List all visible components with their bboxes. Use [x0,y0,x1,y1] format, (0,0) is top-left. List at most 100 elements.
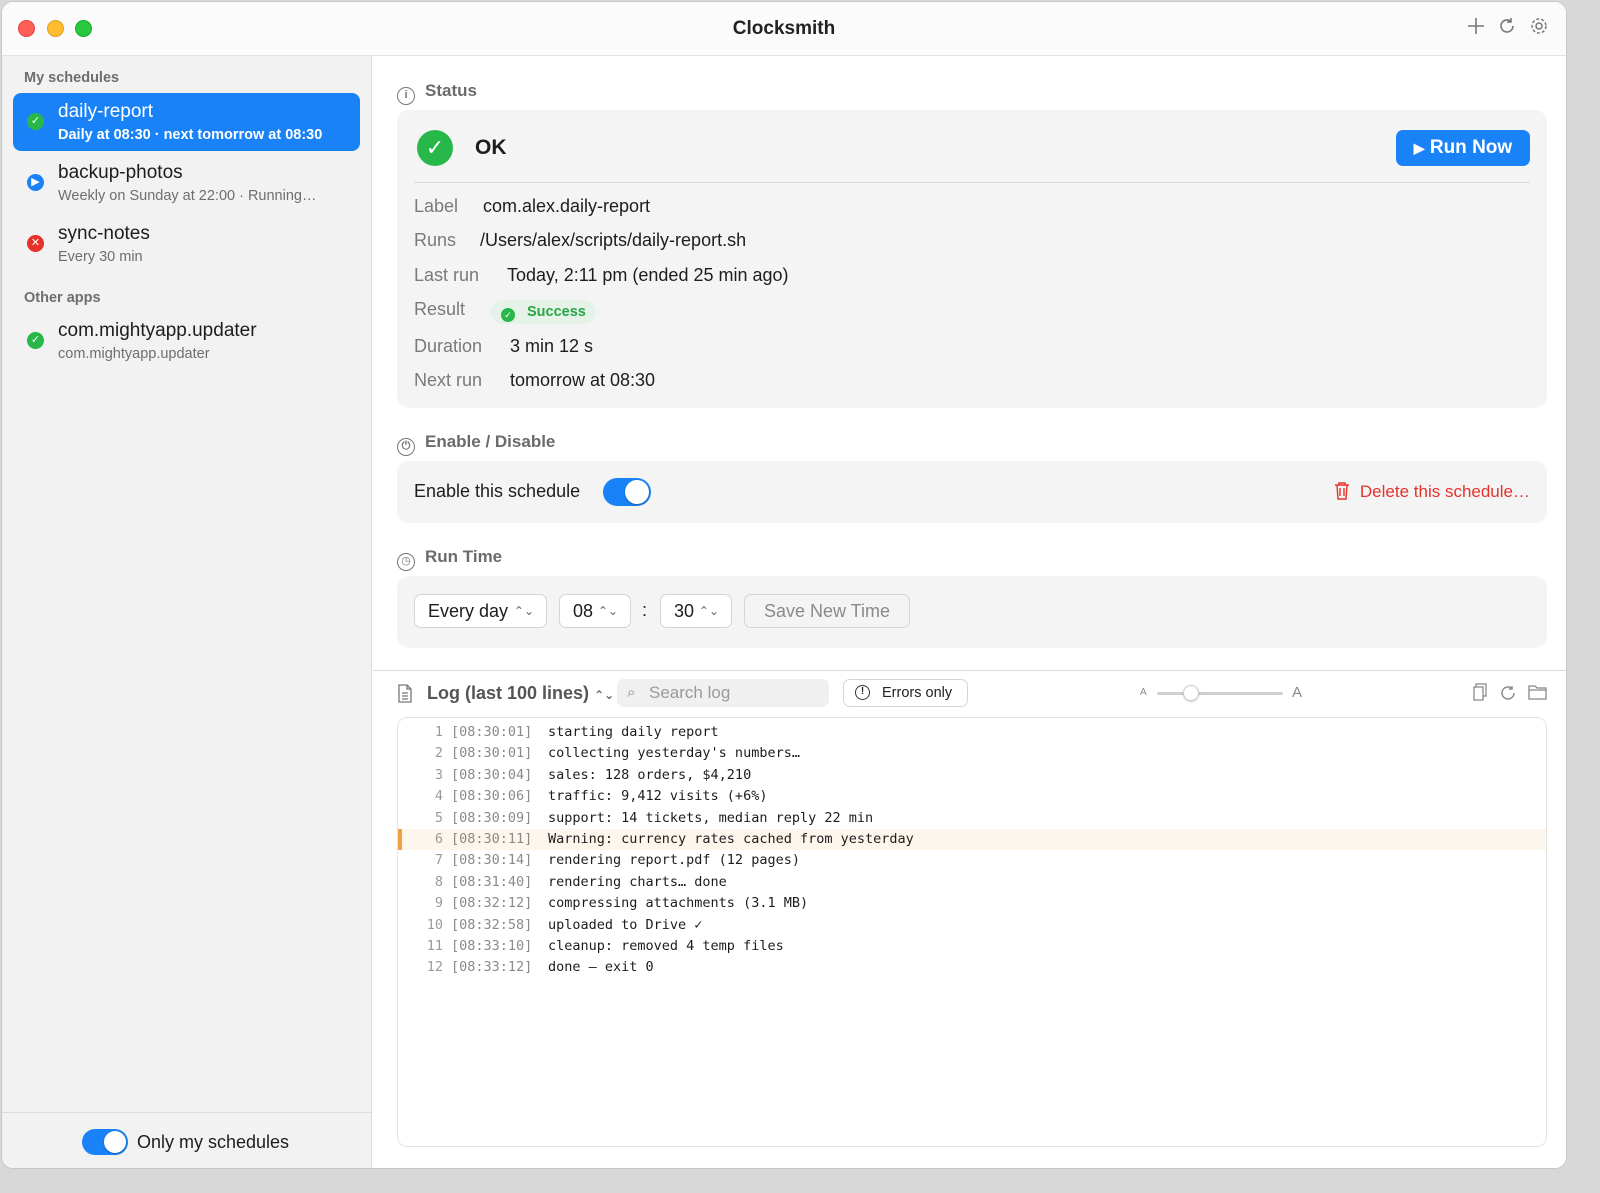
frequency-select[interactable]: Every day ⌃⌄ [414,594,547,628]
sidebar-item-daily-report[interactable]: ✓ daily-report Daily at 08:30 · next tom… [13,93,360,151]
line-number: 1 [434,724,443,740]
enable-disable-heading: ⏻ Enable / Disable [397,432,555,456]
line-number: 3 [434,766,443,783]
label-value: com.alex.daily-report [483,196,651,216]
line-number: 8 [434,873,443,890]
copy-icon[interactable] [1472,683,1488,707]
log-timestamp: [08:30:04] [451,766,533,783]
log-message: done — exit 0 [548,959,654,976]
schedule-subtitle: Daily at 08:30 · next tomorrow at 08:30 [58,127,323,143]
log-timestamp: [08:30:09] [451,809,533,826]
line-number: 2 [434,745,443,762]
search-icon: ⌕ [627,684,636,701]
log-line: 12 [08:33:12] done — exit 0 [398,957,1546,978]
chevron-up-down-icon: ⌃⌄ [698,604,719,618]
schedule-subtitle: com.mightyapp.updater [58,346,210,362]
log-timestamp: [08:32:58] [451,916,533,933]
plus-icon[interactable] [1464,16,1488,40]
info-icon: i [397,87,415,105]
font-size-slider[interactable] [1157,685,1283,701]
schedule-name: backup-photos [58,162,183,183]
folder-icon[interactable] [1528,684,1547,705]
log-timestamp: [08:30:01] [451,724,533,740]
sidebar-section-my-schedules: My schedules [24,70,120,86]
log-output[interactable]: 1 [08:30:01] starting daily report 2 [08:30:… [397,717,1547,1147]
last-run-value: Today, 2:11 pm (ended 25 min ago) [507,265,789,285]
font-size-large-label: A [1292,684,1303,701]
log-line: 10 [08:32:58] uploaded to Drive ✓ [398,915,1546,936]
duration-key: Duration [414,336,483,356]
delete-schedule-button[interactable]: Delete this schedule… [1334,481,1530,505]
log-timestamp: [08:32:12] [451,895,533,912]
log-section: Log (last 100 lines) ⌃⌄ ⌕ Search log ! E… [373,670,1566,1168]
only-my-schedules-label: Only my schedules [137,1132,290,1152]
enable-schedule-toggle[interactable] [603,478,651,506]
gear-icon[interactable] [1527,16,1551,40]
title-bar: Clocksmith [2,2,1566,56]
log-search-input[interactable]: ⌕ Search log [617,679,829,707]
log-message: starting daily report [548,724,719,740]
success-status-icon: ✓ [27,113,44,130]
log-line: 5 [08:30:09] support: 14 tickets, median r… [398,808,1546,829]
next-run-key: Next run [414,370,483,390]
next-run-value: tomorrow at 08:30 [510,370,656,390]
hour-select[interactable]: 08 ⌃⌄ [559,594,631,628]
last-run-key: Last run [414,265,480,285]
sidebar-item-backup-photos[interactable]: ▶ backup-photos Weekly on Sunday at 22:0… [13,154,360,212]
log-line: 11 [08:33:10] cleanup: removed 4 temp file… [398,936,1546,957]
schedule-subtitle: Every 30 min [58,249,143,265]
line-number: 4 [434,788,443,805]
schedule-subtitle: Weekly on Sunday at 22:00 · Running… [58,188,317,204]
run-now-button[interactable]: ▶ Run Now [1396,130,1530,166]
log-timestamp: [08:30:11] [451,831,533,847]
status-state: OK [475,136,507,159]
log-line: 8 [08:31:40] rendering charts… done [398,872,1546,893]
warning-icon: ! [855,685,870,700]
log-timestamp: [08:33:10] [451,938,533,954]
slider-thumb[interactable] [1183,685,1200,701]
log-title-select[interactable]: Log (last 100 lines) ⌃⌄ [427,683,614,704]
power-icon: ⏻ [397,438,415,456]
only-my-schedules-toggle[interactable] [82,1129,128,1155]
sidebar-item-sync-notes[interactable]: ✕ sync-notes Every 30 min [13,215,360,273]
errors-only-toggle[interactable]: ! Errors only [843,679,968,707]
line-number: 7 [434,852,443,869]
log-message: rendering report.pdf (12 pages) [548,852,800,869]
log-timestamp: [08:31:40] [451,873,533,890]
divider [414,182,1530,183]
log-message: collecting yesterday's numbers… [548,745,800,762]
line-number: 11 [426,938,443,954]
line-number: 12 [426,959,443,976]
log-line: 1 [08:30:01] starting daily report [398,722,1546,743]
line-number: 10 [426,916,443,933]
duration-value: 3 min 12 s [510,336,594,356]
schedule-name: sync-notes [58,223,150,244]
log-message: cleanup: removed 4 temp files [548,938,784,954]
chevron-up-down-icon: ⌃⌄ [513,604,534,618]
refresh-icon[interactable] [1500,683,1517,707]
minute-select[interactable]: 30 ⌃⌄ [660,594,732,628]
schedule-name: com.mightyapp.updater [58,320,257,341]
result-key: Result [414,299,466,319]
refresh-icon[interactable] [1495,16,1519,40]
log-message: sales: 128 orders, $4,210 [548,766,752,783]
runs-key: Runs [414,230,457,250]
sidebar-item-mightyapp-updater[interactable]: ✓ com.mightyapp.updater com.mightyapp.up… [13,312,360,370]
success-status-icon: ✓ [27,332,44,349]
font-size-small-label: A [1140,687,1147,698]
sidebar: My schedules ✓ daily-report Daily at 08:… [2,56,372,1168]
log-line-warning: 6 [08:30:11] Warning: currency rates cache… [398,829,1546,850]
log-message: uploaded to Drive ✓ [548,916,703,933]
log-timestamp: [08:30:01] [451,745,533,762]
log-timestamp: [08:30:14] [451,852,533,869]
run-time-card: Every day ⌃⌄ 08 ⌃⌄ : 30 ⌃⌄ Save New Time [397,576,1547,648]
running-status-icon: ▶ [27,174,44,191]
app-window: Clocksmith My schedules ✓ daily-report D… [1,1,1567,1169]
checkmark-icon: ✓ [417,130,453,166]
detail-pane: i Status ✓ OK ▶ Run Now Label com.alex.da… [373,56,1566,1168]
status-card: ✓ OK ▶ Run Now Label com.alex.daily-repo… [397,110,1547,408]
log-line: 4 [08:30:06] traffic: 9,412 visits (+6%) [398,786,1546,807]
document-icon [397,684,413,708]
save-new-time-button[interactable]: Save New Time [744,594,910,628]
log-line: 7 [08:30:14] rendering report.pdf (12 page… [398,850,1546,871]
